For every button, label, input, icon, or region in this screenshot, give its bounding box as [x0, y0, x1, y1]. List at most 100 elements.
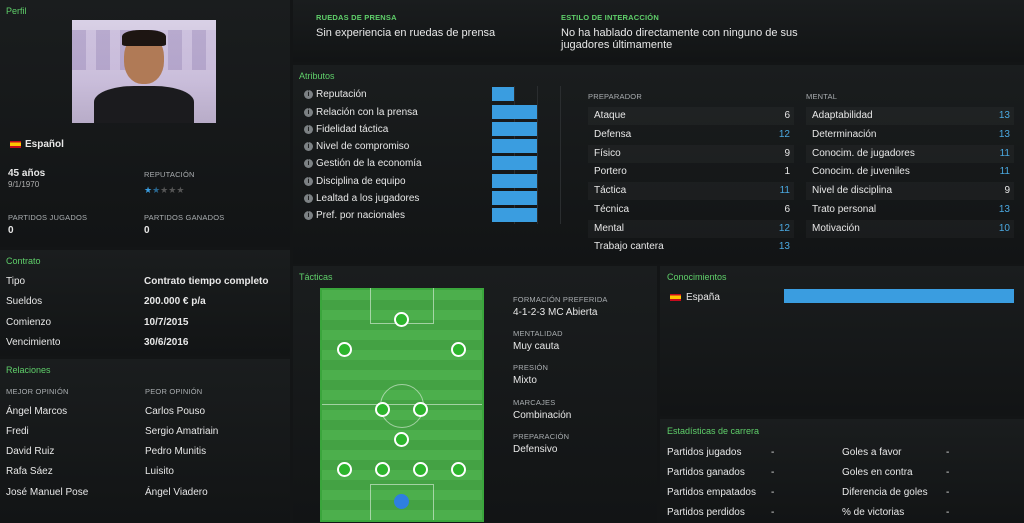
best-opinion-item[interactable]: Ángel Marcos: [6, 406, 67, 417]
marking-value: Combinación: [513, 410, 572, 421]
attribute-name: Pref. por nacionales: [316, 210, 405, 221]
career-stat-value: -: [771, 487, 775, 498]
games-won-label: PARTIDOS GANADOS: [144, 213, 225, 222]
best-opinion-item[interactable]: José Manuel Pose: [6, 487, 88, 498]
career-stat-value: -: [946, 447, 950, 458]
career-stat-name: % de victorias: [842, 507, 905, 518]
manager-photo: [72, 20, 216, 123]
coaching-attribute-name: Físico: [594, 148, 621, 159]
profile-header: Perfil: [6, 6, 27, 16]
games-played-value: 0: [8, 225, 14, 236]
player-marker[interactable]: [451, 342, 466, 357]
formation-value: 4-1-2-3 MC Abierta: [513, 307, 598, 318]
tactics-header: Tácticas: [299, 272, 333, 282]
start-label: Comienzo: [6, 317, 52, 328]
mental-attribute-name: Conocim. de juveniles: [812, 166, 910, 177]
contract-type-label: Tipo: [6, 276, 26, 287]
info-icon[interactable]: i: [304, 125, 313, 134]
info-icon[interactable]: i: [304, 108, 313, 117]
relations-header: Relaciones: [6, 365, 51, 375]
attribute-bar: [492, 87, 514, 101]
pressing-label: PRESIÓN: [513, 363, 549, 372]
player-marker[interactable]: [337, 342, 352, 357]
marking-label: MARCAJES: [513, 398, 556, 407]
formation-pitch: [320, 288, 484, 522]
career-stat-value: -: [771, 507, 775, 518]
reputation-stars: ★★★★★: [144, 185, 185, 195]
contract-type-value: Contrato tiempo completo: [144, 276, 269, 287]
training-label: PREPARACIÓN: [513, 432, 570, 441]
player-marker[interactable]: [451, 462, 466, 477]
mental-attribute-value: 11: [999, 148, 1010, 159]
career-stat-name: Partidos ganados: [667, 467, 745, 478]
knowledge-level-bar: [784, 289, 1014, 303]
mental-attribute-name: Trato personal: [812, 204, 877, 215]
coaching-attribute-value: 6: [784, 204, 790, 215]
info-icon[interactable]: i: [304, 142, 313, 151]
attribute-name: Nivel de compromiso: [316, 141, 410, 152]
best-opinion-item[interactable]: Fredi: [6, 426, 29, 437]
player-marker[interactable]: [413, 402, 428, 417]
press-value: Sin experiencia en ruedas de prensa: [316, 27, 496, 39]
coaching-header: PREPARADOR: [588, 92, 642, 101]
mentality-value: Muy cauta: [513, 341, 560, 352]
games-won-value: 0: [144, 225, 150, 236]
info-icon[interactable]: i: [304, 159, 313, 168]
wage-label: Sueldos: [6, 296, 43, 307]
mental-header: MENTAL: [806, 92, 838, 101]
player-marker[interactable]: [375, 462, 390, 477]
goalkeeper-marker[interactable]: [394, 494, 409, 509]
attribute-bar: [492, 105, 537, 119]
attribute-bar: [492, 156, 537, 170]
mental-attribute-value: 10: [998, 223, 1010, 234]
mental-attribute-name: Motivación: [812, 223, 860, 234]
info-icon[interactable]: i: [304, 90, 313, 99]
mental-attribute-name: Nivel de disciplina: [812, 185, 893, 196]
attribute-name: Reputación: [316, 89, 367, 100]
career-stat-value: -: [946, 487, 950, 498]
player-marker[interactable]: [337, 462, 352, 477]
player-marker[interactable]: [375, 402, 390, 417]
relations-panel: [0, 359, 290, 523]
info-icon[interactable]: i: [304, 194, 313, 203]
spain-flag-icon: [670, 294, 681, 301]
coaching-attribute-name: Técnica: [594, 204, 630, 215]
worst-opinion-item[interactable]: Luisito: [145, 466, 174, 477]
mental-attribute-name: Conocim. de jugadores: [812, 148, 915, 159]
info-icon[interactable]: i: [304, 211, 313, 220]
worst-opinion-item[interactable]: Carlos Pouso: [145, 406, 205, 417]
coaching-attribute-name: Defensa: [594, 129, 632, 140]
info-icon[interactable]: i: [304, 177, 313, 186]
mentality-label: MENTALIDAD: [513, 329, 563, 338]
best-opinion-item[interactable]: Rafa Sáez: [6, 466, 53, 477]
player-marker[interactable]: [394, 432, 409, 447]
player-marker[interactable]: [394, 312, 409, 327]
worst-opinion-label: PEOR OPINIÓN: [145, 387, 203, 396]
mental-attribute-value: 13: [998, 129, 1010, 140]
attribute-name: Fidelidad táctica: [316, 124, 389, 135]
career-stat-name: Partidos perdidos: [667, 507, 745, 518]
coaching-attribute-value: 13: [778, 241, 790, 252]
mental-attribute-value: 9: [1004, 185, 1010, 196]
career-stat-name: Goles en contra: [842, 467, 913, 478]
attribute-name: Gestión de la economía: [316, 158, 422, 169]
worst-opinion-item[interactable]: Ángel Viadero: [145, 487, 208, 498]
worst-opinion-item[interactable]: Pedro Munitis: [145, 446, 206, 457]
mental-attribute-value: 13: [998, 204, 1010, 215]
attributes-header: Atributos: [299, 71, 335, 81]
mental-attribute-name: Adaptabilidad: [812, 110, 873, 121]
coaching-attribute-value: 12: [778, 223, 790, 234]
career-stat-value: -: [946, 507, 950, 518]
best-opinion-label: MEJOR OPINIÓN: [6, 387, 69, 396]
pressing-value: Mixto: [513, 375, 537, 386]
formation-label: FORMACIÓN PREFERIDA: [513, 295, 608, 304]
coaching-attribute-value: 9: [784, 148, 790, 159]
career-stat-value: -: [771, 467, 775, 478]
career-stat-name: Partidos empatados: [667, 487, 756, 498]
best-opinion-item[interactable]: David Ruiz: [6, 446, 54, 457]
worst-opinion-item[interactable]: Sergio Amatriain: [145, 426, 218, 437]
interaction-value: No ha hablado directamente con ninguno d…: [561, 27, 798, 51]
career-stat-value: -: [771, 447, 775, 458]
player-marker[interactable]: [413, 462, 428, 477]
knowledge-country[interactable]: España: [686, 292, 720, 303]
